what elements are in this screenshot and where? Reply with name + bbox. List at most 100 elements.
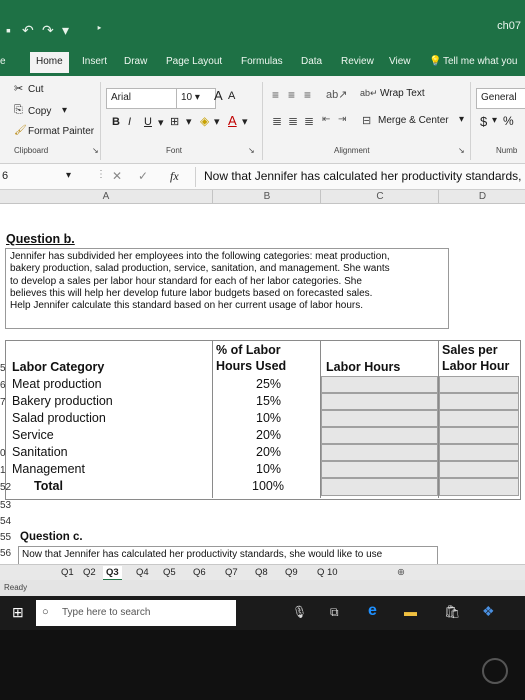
total-labor-hours-input[interactable] [321,478,438,496]
category-cell[interactable]: Service [12,428,54,442]
align-right-icon[interactable]: ≣ [304,114,314,128]
category-cell[interactable]: Sanitation [12,445,68,459]
dropbox-icon[interactable]: ❖ [482,603,495,620]
labor-hours-input[interactable] [321,444,438,461]
underline-button[interactable]: U [144,116,152,128]
sales-per-hour-input[interactable] [439,444,519,461]
column-header-d[interactable]: D [438,190,525,204]
qa-dropdown-icon[interactable]: ‣ [96,22,103,35]
row-number[interactable]: 56 [0,548,11,559]
tab-data[interactable]: Data [301,56,322,67]
copy-dropdown-icon[interactable]: ▾ [62,105,67,116]
percent-button[interactable]: % [503,114,514,128]
category-cell[interactable]: Management [12,462,85,476]
name-box-dropdown-icon[interactable]: ▾ [66,170,71,181]
orientation-icon[interactable]: ab↗ [326,88,347,101]
pct-cell[interactable]: 10% [256,411,281,425]
cancel-icon[interactable]: ✕ [112,169,122,183]
wrap-text-button[interactable]: Wrap Text [380,88,425,99]
formula-input[interactable]: Now that Jennifer has calculated her pro… [204,169,522,183]
sales-per-hour-input[interactable] [439,461,519,478]
align-left-icon[interactable]: ≣ [272,114,282,128]
microphone-icon[interactable]: 🎙 [292,605,307,619]
tab-home[interactable]: Home [30,52,69,73]
sales-per-hour-input[interactable] [439,427,519,444]
merge-center-button[interactable]: Merge & Center [378,115,449,126]
fill-dropdown-icon[interactable]: ▾ [214,115,220,128]
category-cell[interactable]: Meat production [12,377,102,391]
sheet-tab-q4[interactable]: Q4 [133,566,152,579]
tab-page-layout[interactable]: Page Layout [166,56,222,67]
labor-hours-input[interactable] [321,461,438,478]
tab-file[interactable]: e [0,56,6,67]
name-box[interactable]: 6 [2,170,8,182]
borders-icon[interactable]: ⊞ [170,115,179,128]
tab-insert[interactable]: Insert [82,56,107,67]
pct-cell[interactable]: 10% [256,462,281,476]
merge-icon[interactable]: ⊟ [362,114,371,127]
bold-button[interactable]: B [112,116,120,128]
sheet-tab-q1[interactable]: Q1 [58,566,77,579]
cut-icon[interactable]: ✂ [14,82,23,95]
sheet-tab-q9[interactable]: Q9 [282,566,301,579]
column-header-b[interactable]: B [212,190,321,204]
add-sheet-icon[interactable]: ⊕ [394,566,408,579]
row-number[interactable]: 52 [0,482,11,493]
edge-browser-icon[interactable]: e [368,602,377,620]
total-pct-cell[interactable]: 100% [252,479,284,493]
copy-button[interactable]: Copy [28,106,51,117]
currency-dropdown-icon[interactable]: ▾ [492,115,497,126]
format-painter-icon[interactable]: 🖌 [14,125,27,136]
windows-start-icon[interactable]: ⊞ [12,604,24,621]
sales-per-hour-input[interactable] [439,393,519,410]
total-sales-input[interactable] [439,478,519,496]
enter-icon[interactable]: ✓ [138,169,148,183]
labor-hours-input[interactable] [321,410,438,427]
wrap-text-icon[interactable]: ab↵ [360,88,378,99]
sales-per-hour-input[interactable] [439,376,519,393]
align-middle-icon[interactable]: ≡ [288,88,295,102]
save-icon[interactable]: ▪ [6,22,11,38]
pct-cell[interactable]: 20% [256,445,281,459]
fill-color-icon[interactable]: ◈ [200,114,209,128]
sheet-tab-q2[interactable]: Q2 [80,566,99,579]
pct-cell[interactable]: 20% [256,428,281,442]
labor-hours-input[interactable] [321,427,438,444]
customize-qa-icon[interactable]: ▾ [62,22,69,39]
more-options-icon[interactable]: ⋮ [96,169,106,180]
currency-button[interactable]: $ [480,114,487,129]
tab-view[interactable]: View [389,56,411,67]
sheet-tab-q7[interactable]: Q7 [222,566,241,579]
worksheet-grid[interactable]: Question b. Jennifer has subdivided her … [0,204,525,564]
borders-dropdown-icon[interactable]: ▾ [186,115,192,128]
row-number[interactable]: 1 [0,465,6,476]
tab-formulas[interactable]: Formulas [241,56,283,67]
total-label[interactable]: Total [34,479,63,493]
pct-cell[interactable]: 25% [256,377,281,391]
align-center-icon[interactable]: ≣ [288,114,298,128]
font-size-select[interactable]: 10 ▾ [176,88,216,109]
italic-button[interactable]: I [128,116,131,128]
column-header-a[interactable]: A [0,190,212,204]
sheet-tab-q6[interactable]: Q6 [190,566,209,579]
category-cell[interactable]: Bakery production [12,394,113,408]
font-launcher-icon[interactable]: ↘ [248,146,255,155]
font-color-dropdown-icon[interactable]: ▾ [242,115,248,128]
pct-cell[interactable]: 15% [256,394,281,408]
font-name-select[interactable]: Arial [106,88,180,109]
redo-icon[interactable]: ↷ [42,22,54,39]
underline-dropdown-icon[interactable]: ▾ [158,116,164,129]
row-number[interactable]: 54 [0,516,11,527]
tab-review[interactable]: Review [341,56,374,67]
sheet-tab-q5[interactable]: Q5 [160,566,179,579]
store-icon[interactable]: 🛍 [444,604,461,620]
copy-icon[interactable]: ⎘ [14,104,23,117]
tell-me-box[interactable]: Tell me what you [443,56,517,67]
row-number[interactable]: 0 [0,448,6,459]
category-cell[interactable]: Salad production [12,411,106,425]
lightbulb-icon[interactable]: 💡 [429,56,441,67]
align-bottom-icon[interactable]: ≡ [304,88,311,102]
clipboard-launcher-icon[interactable]: ↘ [92,146,99,155]
cut-button[interactable]: Cut [28,84,44,95]
alignment-launcher-icon[interactable]: ↘ [458,146,465,155]
